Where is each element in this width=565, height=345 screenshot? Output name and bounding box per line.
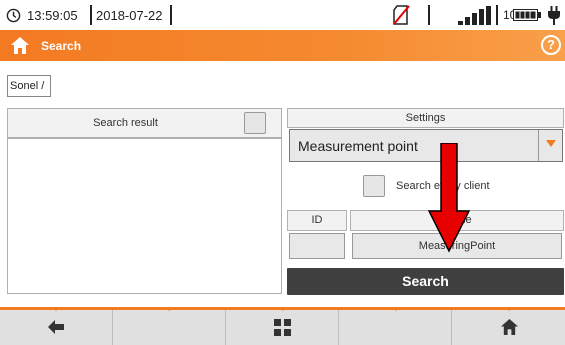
- search-result-label: Search result: [93, 117, 158, 129]
- bottom-toolbar: [0, 307, 565, 345]
- no-sd-card-icon: [393, 5, 410, 25]
- breadcrumb[interactable]: Sonel /: [7, 75, 51, 97]
- clock-icon: [6, 8, 21, 23]
- home-button[interactable]: [452, 310, 565, 345]
- signal-strength-icon: [458, 6, 491, 25]
- home-icon: [500, 318, 519, 336]
- menu-button[interactable]: [226, 310, 339, 345]
- search-button[interactable]: Search: [287, 268, 564, 295]
- status-bar: 13:59:05 2018-07-22 100 %: [0, 0, 565, 30]
- back-arrow-icon: [48, 320, 64, 334]
- clock-time: 13:59:05: [27, 8, 78, 23]
- empty-slot: [339, 310, 452, 345]
- annotation-arrow-icon: [428, 143, 470, 253]
- id-column-header: ID: [287, 210, 347, 231]
- help-icon[interactable]: ?: [541, 35, 561, 55]
- id-input[interactable]: [289, 233, 345, 259]
- select-all-checkbox[interactable]: [244, 112, 266, 134]
- notch: [52, 307, 60, 311]
- title-bar: Search ?: [0, 30, 565, 61]
- charging-plug-icon: [548, 6, 560, 25]
- notch: [505, 307, 513, 311]
- battery-icon: [513, 9, 541, 21]
- grid-icon: [274, 319, 291, 336]
- divider: [170, 5, 172, 25]
- search-result-header: Search result: [7, 108, 282, 138]
- home-icon[interactable]: [10, 36, 30, 55]
- empty-slot: [113, 310, 226, 345]
- dropdown-toggle[interactable]: [538, 130, 562, 161]
- page-title: Search: [41, 39, 82, 53]
- search-type-value: Measurement point: [298, 138, 418, 154]
- notch: [165, 307, 173, 311]
- search-type-select[interactable]: Measurement point: [289, 129, 563, 162]
- clock-date: 2018-07-22: [96, 8, 163, 23]
- back-button[interactable]: [0, 310, 113, 345]
- divider: [428, 5, 430, 25]
- settings-header: Settings: [287, 108, 564, 128]
- search-result-list[interactable]: [7, 138, 282, 294]
- notch: [392, 307, 400, 311]
- search-every-client-checkbox[interactable]: [363, 175, 385, 197]
- divider: [496, 5, 498, 25]
- chevron-down-icon: [546, 140, 556, 147]
- divider: [90, 5, 92, 25]
- notch: [279, 307, 287, 311]
